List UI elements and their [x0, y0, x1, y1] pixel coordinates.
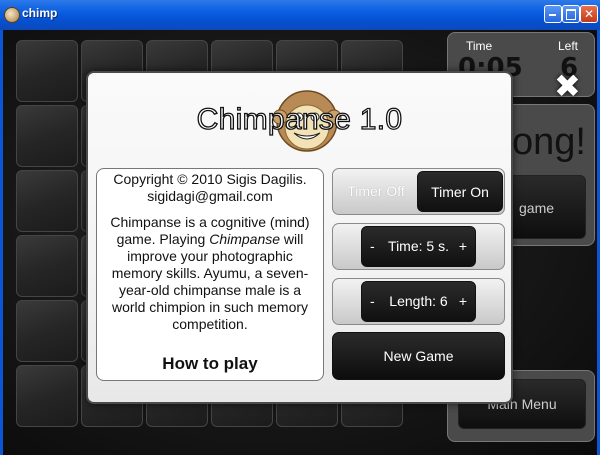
length-decrease-button[interactable]: - — [370, 282, 375, 321]
timer-off-option[interactable]: Timer Off — [335, 171, 417, 212]
maximize-icon — [566, 9, 576, 20]
time-label: Time — [466, 39, 493, 53]
window-titlebar: chimp ✕ — [0, 0, 600, 31]
close-icon: ✕ — [584, 7, 595, 21]
close-window-button[interactable]: ✕ — [580, 5, 598, 23]
grid-tile[interactable] — [16, 235, 78, 297]
minimize-icon — [549, 14, 556, 16]
how-to-play-link[interactable]: How to play — [97, 355, 323, 372]
game-description: Chimpanse is a cognitive (mind) game. Pl… — [97, 205, 323, 333]
length-setting: - Length: 6 + — [332, 278, 505, 325]
time-stepper: - Time: 5 s. + — [361, 226, 476, 267]
grid-tile[interactable] — [16, 300, 78, 362]
maximize-button[interactable] — [562, 5, 580, 23]
new-game-button[interactable]: New Game — [332, 332, 505, 380]
time-increase-button[interactable]: + — [459, 227, 467, 266]
length-stepper: - Length: 6 + — [361, 281, 476, 322]
new-game-bg-label: game — [519, 200, 555, 216]
left-label: Left — [558, 39, 579, 53]
grid-tile[interactable] — [16, 105, 78, 167]
timer-on-option[interactable]: Timer On — [417, 171, 503, 212]
app-icon — [4, 7, 20, 23]
about-dialog: Chimpanse 1.0 Copyright © 2010 Sigis Dag… — [86, 71, 513, 404]
window-title: chimp — [22, 6, 58, 20]
about-info-box: Copyright © 2010 Sigis Dagilis. sigidagi… — [96, 168, 324, 381]
close-dialog-icon[interactable]: ✖ — [554, 70, 581, 102]
status-text: ong! — [512, 121, 586, 163]
description-game-name: Chimpanse — [209, 231, 281, 247]
grid-tile[interactable] — [16, 365, 78, 427]
time-decrease-button[interactable]: - — [370, 227, 375, 266]
minimize-button[interactable] — [544, 5, 562, 23]
grid-tile[interactable] — [16, 40, 78, 102]
grid-tile[interactable] — [16, 170, 78, 232]
dialog-title: Chimpanse 1.0 — [196, 102, 403, 136]
time-setting: - Time: 5 s. + — [332, 223, 505, 270]
copyright-text: Copyright © 2010 Sigis Dagilis. — [113, 171, 307, 187]
length-value-label: Length: 6 — [389, 293, 448, 309]
time-value-label: Time: 5 s. — [388, 238, 449, 254]
timer-toggle: Timer Off Timer On — [332, 168, 505, 215]
author-email: sigidagi@gmail.com — [147, 188, 273, 204]
length-increase-button[interactable]: + — [459, 282, 467, 321]
